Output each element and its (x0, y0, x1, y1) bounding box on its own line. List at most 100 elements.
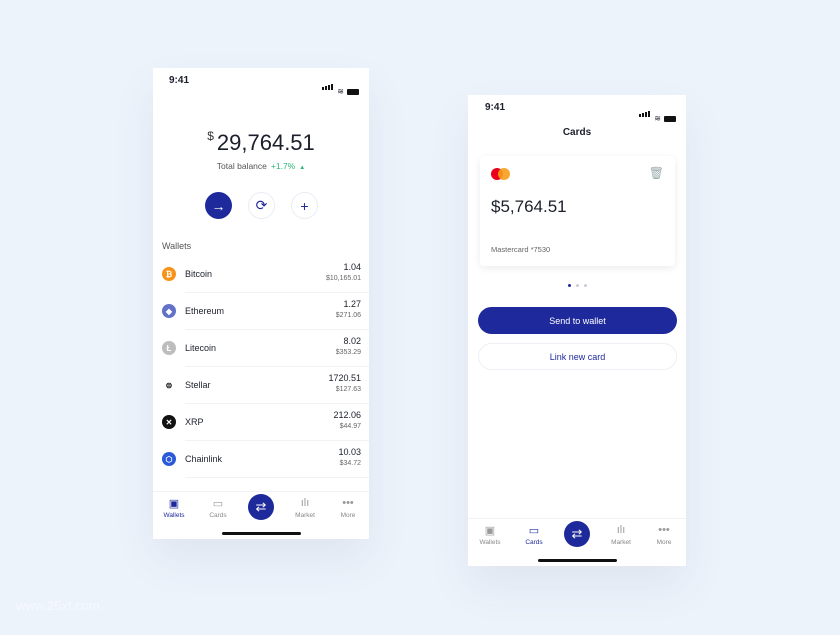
currency-symbol: $ (207, 129, 214, 143)
tab-label: More (656, 539, 672, 546)
page-dot[interactable] (584, 284, 587, 287)
plus-icon: + (300, 197, 309, 214)
page-dot-active[interactable] (568, 284, 571, 287)
wallet-amount: 10.03 (338, 447, 361, 457)
wallet-usd-value: $44.97 (339, 423, 361, 430)
tab-bar: ▣ Wallets ▭ Cards ⇄ ılı Market ••• More (153, 491, 369, 535)
chart-icon: ılı (300, 497, 310, 509)
battery-icon (347, 89, 359, 95)
wifi-icon: ≋ (654, 114, 661, 123)
chart-icon: ılı (616, 524, 626, 536)
wallet-row[interactable]: ₿ Bitcoin 1.04 $10,165.01 (153, 256, 369, 293)
link-new-card-button[interactable]: Link new card (478, 343, 677, 370)
wallet-row[interactable]: ⊜ Stellar 1720.51 $127.63 (153, 367, 369, 404)
wallet-row[interactable]: ◆ Ethereum 1.27 $271.06 (153, 293, 369, 330)
cards-screen: 9:41 ≋ Cards 🗑 $5,764.51 Mastercard *753… (468, 95, 686, 566)
wallet-amount: 1.27 (343, 299, 361, 309)
wallet-name: Chainlink (185, 454, 223, 464)
xrp-icon: ✕ (162, 415, 176, 429)
litecoin-icon: Ł (162, 341, 176, 355)
total-balance: $29,764.51 (153, 129, 369, 156)
transfer-button[interactable]: ⇄ (564, 521, 590, 547)
card-balance: $5,764.51 (491, 197, 567, 216)
wifi-icon: ≋ (337, 87, 344, 96)
bitcoin-icon: ₿ (162, 267, 176, 281)
signal-icon (322, 77, 334, 95)
chainlink-icon: ⬡ (162, 452, 176, 466)
tab-bar: ▣ Wallets ▭ Cards ⇄ ılı Market ••• More (468, 518, 686, 562)
wallet-name: Litecoin (185, 343, 217, 353)
wallet-icon: ▣ (168, 498, 180, 510)
tab-wallets[interactable]: ▣ Wallets (470, 524, 510, 546)
more-icon: ••• (658, 524, 670, 536)
tab-cards[interactable]: ▭ Cards (514, 524, 554, 546)
ethereum-icon: ◆ (162, 304, 176, 318)
wallet-row[interactable]: ⬡ Chainlink 10.03 $34.72 (153, 441, 369, 478)
wallet-usd-value: $34.72 (339, 460, 361, 467)
tab-more[interactable]: ••• More (644, 524, 684, 546)
wallet-usd-value: $353.29 (335, 349, 361, 356)
send-to-wallet-button[interactable]: Send to wallet (478, 307, 677, 334)
balance-value: 29,764.51 (216, 130, 315, 155)
transfer-icon: ⇄ (571, 526, 583, 541)
battery-icon (664, 116, 676, 122)
signal-icon (639, 104, 651, 122)
wallet-icon: ▣ (484, 525, 496, 537)
wallets-screen: 9:41 ≋ $29,764.51 Total balance +1.7% ▲ → … (153, 68, 369, 539)
wallet-usd-value: $10,165.01 (325, 275, 361, 282)
arrow-right-icon: → (211, 197, 226, 214)
status-time: 9:41 (169, 75, 190, 86)
tab-label: Market (295, 512, 315, 519)
status-icons: ≋ (639, 104, 676, 123)
tab-market[interactable]: ılı Market (285, 497, 325, 519)
tab-label: Cards (525, 539, 543, 546)
card-name: Mastercard *7530 (491, 245, 551, 254)
card[interactable]: 🗑 $5,764.51 Mastercard *7530 (480, 156, 675, 266)
balance-change: +1.7% (270, 161, 296, 171)
tab-wallets[interactable]: ▣ Wallets (154, 497, 194, 519)
wallet-amount: 1720.51 (328, 373, 361, 383)
wallet-amount: 1.04 (343, 262, 361, 272)
home-indicator (222, 532, 301, 535)
transfer-icon: ⇄ (255, 499, 267, 514)
tab-label: More (340, 512, 356, 519)
tab-label: Wallets (163, 512, 185, 519)
wallet-name: Ethereum (185, 306, 225, 316)
divider (185, 477, 369, 478)
tab-cards[interactable]: ▭ Cards (198, 497, 238, 519)
wallet-name: XRP (185, 417, 204, 427)
wallet-amount: 8.02 (343, 336, 361, 346)
tab-label: Market (611, 539, 631, 546)
wallet-row[interactable]: ✕ XRP 212.06 $44.97 (153, 404, 369, 441)
page-title: Cards (562, 127, 592, 138)
exchange-button[interactable]: ⟳ (248, 192, 275, 219)
page-dot[interactable] (576, 284, 579, 287)
refresh-icon: ⟳ (255, 197, 268, 213)
add-button[interactable]: + (291, 192, 318, 219)
tab-market[interactable]: ılı Market (601, 524, 641, 546)
stellar-icon: ⊜ (162, 378, 176, 392)
transfer-button[interactable]: ⇄ (248, 494, 274, 520)
status-time: 9:41 (485, 102, 506, 113)
tab-label: Wallets (479, 539, 501, 546)
card-icon: ▭ (528, 525, 540, 537)
up-arrow-icon: ▲ (299, 165, 306, 171)
mastercard-logo (491, 168, 510, 180)
wallet-row[interactable]: Ł Litecoin 8.02 $353.29 (153, 330, 369, 367)
trash-icon[interactable]: 🗑 (649, 166, 664, 180)
watermark: www.25xt.com (16, 598, 100, 613)
wallet-usd-value: $127.63 (335, 386, 361, 393)
total-balance-label: Total balance +1.7% ▲ (153, 161, 369, 171)
wallet-name: Stellar (185, 380, 211, 390)
tab-more[interactable]: ••• More (328, 497, 368, 519)
wallets-section-label: Wallets (162, 241, 192, 251)
card-icon: ▭ (212, 498, 224, 510)
wallet-amount: 212.06 (333, 410, 361, 420)
total-label: Total balance (216, 161, 267, 171)
home-indicator (538, 559, 617, 562)
status-icons: ≋ (322, 77, 359, 96)
wallet-usd-value: $271.06 (335, 312, 361, 319)
send-button[interactable]: → (205, 192, 232, 219)
tab-label: Cards (209, 512, 227, 519)
wallet-name: Bitcoin (185, 269, 213, 279)
